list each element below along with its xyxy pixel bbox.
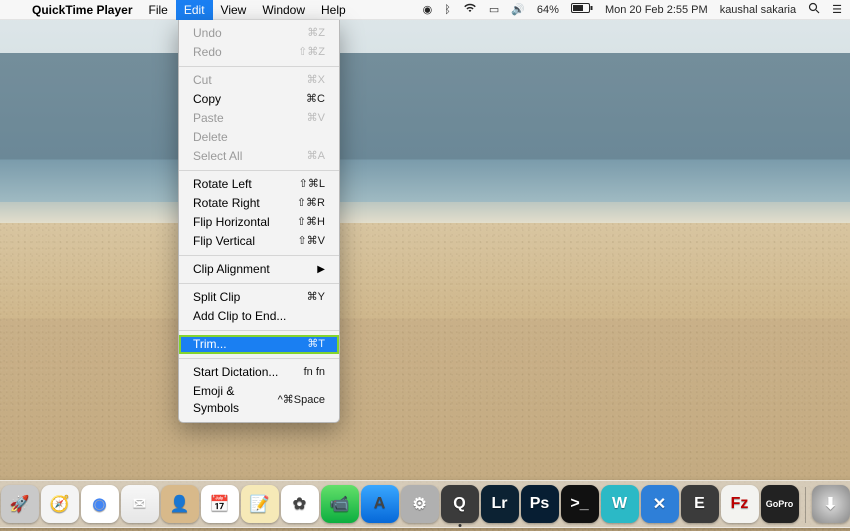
volume-icon[interactable]: 🔊 [511,3,525,16]
menubar: QuickTime Player File Edit View Window H… [0,0,850,20]
spotlight-icon[interactable] [808,2,820,17]
dock-calendar[interactable]: 📅 [201,485,239,523]
dock-launchpad[interactable]: 🚀 [1,485,39,523]
dock-terminal[interactable]: >_ [561,485,599,523]
siri-icon[interactable]: ◉ [423,3,433,16]
menu-paste[interactable]: Paste⌘V [179,109,339,128]
dock-evernote[interactable]: E [681,485,719,523]
menu-file[interactable]: File [141,0,176,20]
submenu-arrow-icon: ▶ [317,261,325,278]
dock-preferences[interactable]: ⚙ [401,485,439,523]
dock-safari[interactable]: 🧭 [41,485,79,523]
edit-menu-dropdown: Undo⌘Z Redo⇧⌘Z Cut⌘X Copy⌘C Paste⌘V Dele… [178,20,340,423]
menu-window[interactable]: Window [254,0,313,20]
desktop: QuickTime Player File Edit View Window H… [0,0,850,531]
menu-flip-horizontal[interactable]: Flip Horizontal⇧⌘H [179,213,339,232]
menu-rotate-right[interactable]: Rotate Right⇧⌘R [179,194,339,213]
dock-facetime[interactable]: 📹 [321,485,359,523]
menu-separator [179,255,339,256]
dock-separator [805,487,806,523]
bluetooth-icon[interactable]: ᛒ [444,4,451,16]
menu-rotate-left[interactable]: Rotate Left⇧⌘L [179,175,339,194]
dock-filezilla[interactable]: Fz [721,485,759,523]
dock-notes[interactable]: 📝 [241,485,279,523]
menubar-left: QuickTime Player File Edit View Window H… [8,0,354,20]
menu-flip-vertical[interactable]: Flip Vertical⇧⌘V [179,232,339,251]
user-name[interactable]: kaushal sakaria [720,4,796,16]
dock-chrome[interactable]: ◉ [81,485,119,523]
menu-delete[interactable]: Delete [179,128,339,147]
dock-gopro[interactable]: GoPro [761,485,799,523]
menu-separator [179,66,339,67]
menu-start-dictation[interactable]: Start Dictation...fn fn [179,363,339,382]
wifi-icon[interactable] [463,3,477,16]
menu-separator [179,283,339,284]
dock: ☻🚀🧭◉✉👤📅📝✿📹A⚙QLrPs>_W✕EFzGoPro⬇🗑 [0,480,850,528]
menu-separator [179,358,339,359]
dock-xcode[interactable]: ✕ [641,485,679,523]
menu-emoji-symbols[interactable]: Emoji & Symbols^⌘Space [179,382,339,418]
menu-copy[interactable]: Copy⌘C [179,90,339,109]
battery-icon[interactable] [571,3,593,16]
dock-quicktime[interactable]: Q [441,485,479,523]
dock-lightroom[interactable]: Lr [481,485,519,523]
dock-photoshop[interactable]: Ps [521,485,559,523]
dock-wrap: ☻🚀🧭◉✉👤📅📝✿📹A⚙QLrPs>_W✕EFzGoPro⬇🗑 [0,480,850,528]
battery-pct: 64% [537,4,559,16]
dock-appstore[interactable]: A [361,485,399,523]
menu-split-clip[interactable]: Split Clip⌘Y [179,288,339,307]
app-name[interactable]: QuickTime Player [24,0,141,20]
menu-add-clip-to-end[interactable]: Add Clip to End... [179,307,339,326]
menu-cut[interactable]: Cut⌘X [179,71,339,90]
menu-separator [179,330,339,331]
dock-photos[interactable]: ✿ [281,485,319,523]
menu-edit[interactable]: Edit [176,0,213,20]
dock-downloads[interactable]: ⬇ [812,485,850,523]
menu-select-all[interactable]: Select All⌘A [179,147,339,166]
menu-view[interactable]: View [213,0,255,20]
menu-help[interactable]: Help [313,0,354,20]
display-icon[interactable]: ▭ [489,3,499,16]
datetime[interactable]: Mon 20 Feb 2:55 PM [605,4,708,16]
dock-wunderlist[interactable]: W [601,485,639,523]
menu-undo[interactable]: Undo⌘Z [179,24,339,43]
notification-center-icon[interactable]: ☰ [832,3,842,16]
menu-redo[interactable]: Redo⇧⌘Z [179,43,339,62]
menubar-right: ◉ ᛒ ▭ 🔊 64% Mon 20 Feb 2:55 PM kaushal s… [423,2,842,17]
menu-separator [179,170,339,171]
dock-mail[interactable]: ✉ [121,485,159,523]
menu-trim[interactable]: Trim...⌘T [179,335,339,354]
dock-contacts[interactable]: 👤 [161,485,199,523]
menu-clip-alignment[interactable]: Clip Alignment▶ [179,260,339,279]
